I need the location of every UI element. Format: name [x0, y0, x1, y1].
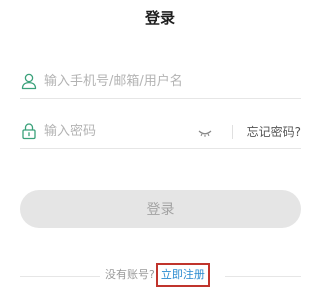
no-account-text: 没有账号?: [105, 268, 155, 281]
forgot-password-link[interactable]: 忘记密码?: [247, 116, 301, 148]
login-button[interactable]: 登录: [20, 190, 301, 228]
password-field: 忘记密码?: [20, 116, 301, 149]
signup-row: 没有账号? 立即注册: [105, 263, 210, 287]
password-input[interactable]: [44, 116, 194, 148]
divider-line-right: [225, 276, 301, 277]
lock-icon: [20, 122, 38, 140]
field-divider: [232, 125, 233, 139]
register-link[interactable]: 立即注册: [155, 263, 210, 287]
page-title: 登录: [144, 9, 175, 27]
login-page: 登录 忘记密码? 登录: [0, 0, 320, 302]
eye-closed-icon[interactable]: [196, 123, 214, 141]
divider-line-left: [20, 276, 100, 277]
user-icon: [20, 72, 38, 90]
account-input[interactable]: [44, 66, 294, 98]
account-field: [20, 66, 301, 99]
